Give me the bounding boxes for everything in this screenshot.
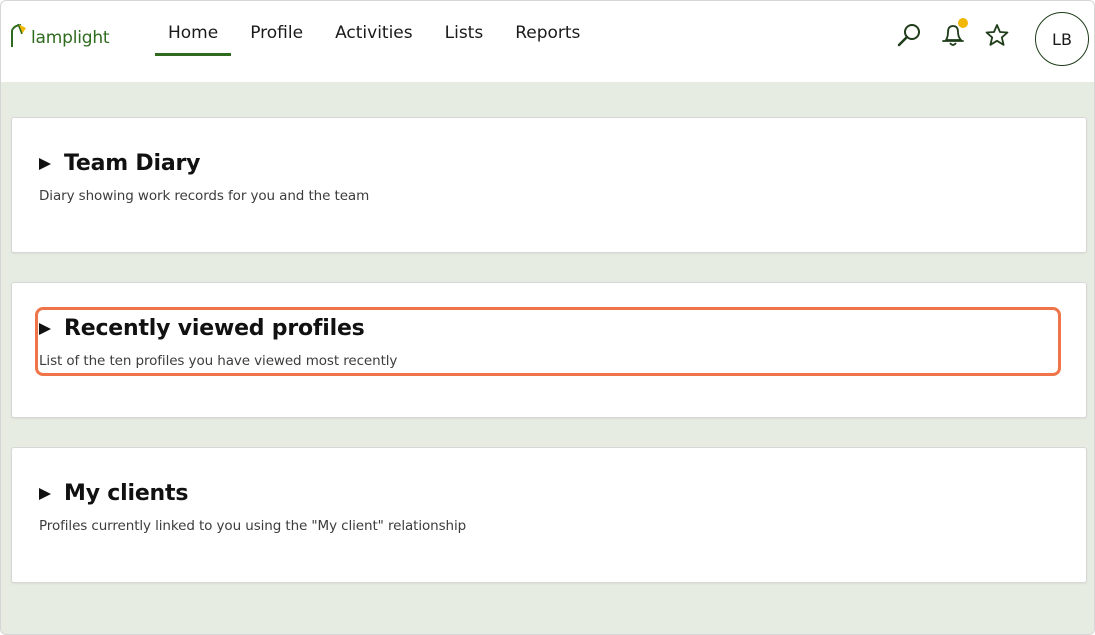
nav-profile[interactable]: Profile bbox=[250, 1, 303, 57]
card-description: List of the ten profiles you have viewed… bbox=[39, 353, 398, 369]
team-diary-toggle[interactable]: Team Diary bbox=[39, 151, 200, 176]
recently-viewed-profiles-toggle[interactable]: Recently viewed profiles bbox=[39, 316, 365, 341]
main-nav: Home Profile Activities Lists Reports bbox=[155, 1, 612, 82]
star-icon[interactable] bbox=[983, 21, 1011, 49]
nav-activities[interactable]: Activities bbox=[335, 1, 413, 57]
expand-triangle-icon bbox=[39, 322, 51, 335]
top-navigation-bar: lamplight Home Profile Activities Lists … bbox=[1, 1, 1094, 82]
app-window: lamplight Home Profile Activities Lists … bbox=[0, 0, 1095, 635]
nav-reports[interactable]: Reports bbox=[515, 1, 580, 57]
expand-triangle-icon bbox=[39, 157, 51, 170]
expand-triangle-icon bbox=[39, 487, 51, 500]
bell-icon[interactable] bbox=[939, 18, 968, 49]
my-clients-card: My clients Profiles currently linked to … bbox=[11, 447, 1087, 583]
lamplight-logo[interactable]: lamplight bbox=[9, 21, 110, 49]
recently-viewed-profiles-card: Recently viewed profiles List of the ten… bbox=[11, 282, 1087, 418]
nav-home[interactable]: Home bbox=[155, 1, 232, 57]
user-avatar[interactable]: LB bbox=[1035, 12, 1089, 66]
nav-lists[interactable]: Lists bbox=[445, 1, 484, 57]
team-diary-card: Team Diary Diary showing work records fo… bbox=[11, 117, 1087, 253]
header-actions bbox=[895, 18, 1027, 49]
search-icon[interactable] bbox=[895, 21, 923, 49]
card-description: Diary showing work records for you and t… bbox=[39, 188, 370, 204]
card-title: Team Diary bbox=[64, 151, 201, 176]
logo-text: lamplight bbox=[31, 28, 110, 48]
card-description: Profiles currently linked to you using t… bbox=[39, 518, 467, 534]
lamp-logo-icon bbox=[11, 23, 26, 47]
my-clients-toggle[interactable]: My clients bbox=[39, 481, 188, 506]
notification-badge bbox=[958, 18, 968, 28]
card-title: Recently viewed profiles bbox=[64, 316, 365, 341]
card-title: My clients bbox=[64, 481, 189, 506]
